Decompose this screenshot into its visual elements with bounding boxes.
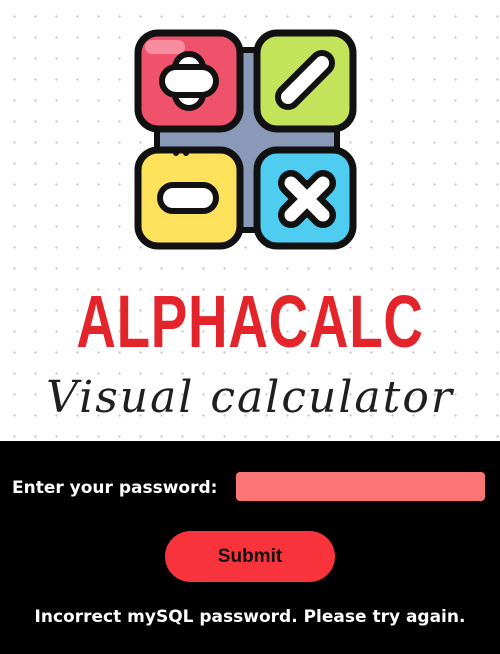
login-page: ALPHACALC Visual calculator Enter your p… xyxy=(0,0,500,654)
brand-subtitle: Visual calculator xyxy=(46,372,454,423)
password-input[interactable] xyxy=(236,472,485,501)
multiply-icon xyxy=(253,146,357,250)
error-message: Incorrect mySQL password. Please try aga… xyxy=(34,607,466,627)
submit-button[interactable]: Submit xyxy=(165,531,335,582)
minus-icon xyxy=(134,146,244,250)
password-label: Enter your password: xyxy=(12,478,218,498)
logo-banner: ALPHACALC Visual calculator xyxy=(0,0,500,441)
slash-icon xyxy=(253,29,357,133)
brand-title: ALPHACALC xyxy=(76,280,424,363)
plus-icon xyxy=(134,29,244,133)
